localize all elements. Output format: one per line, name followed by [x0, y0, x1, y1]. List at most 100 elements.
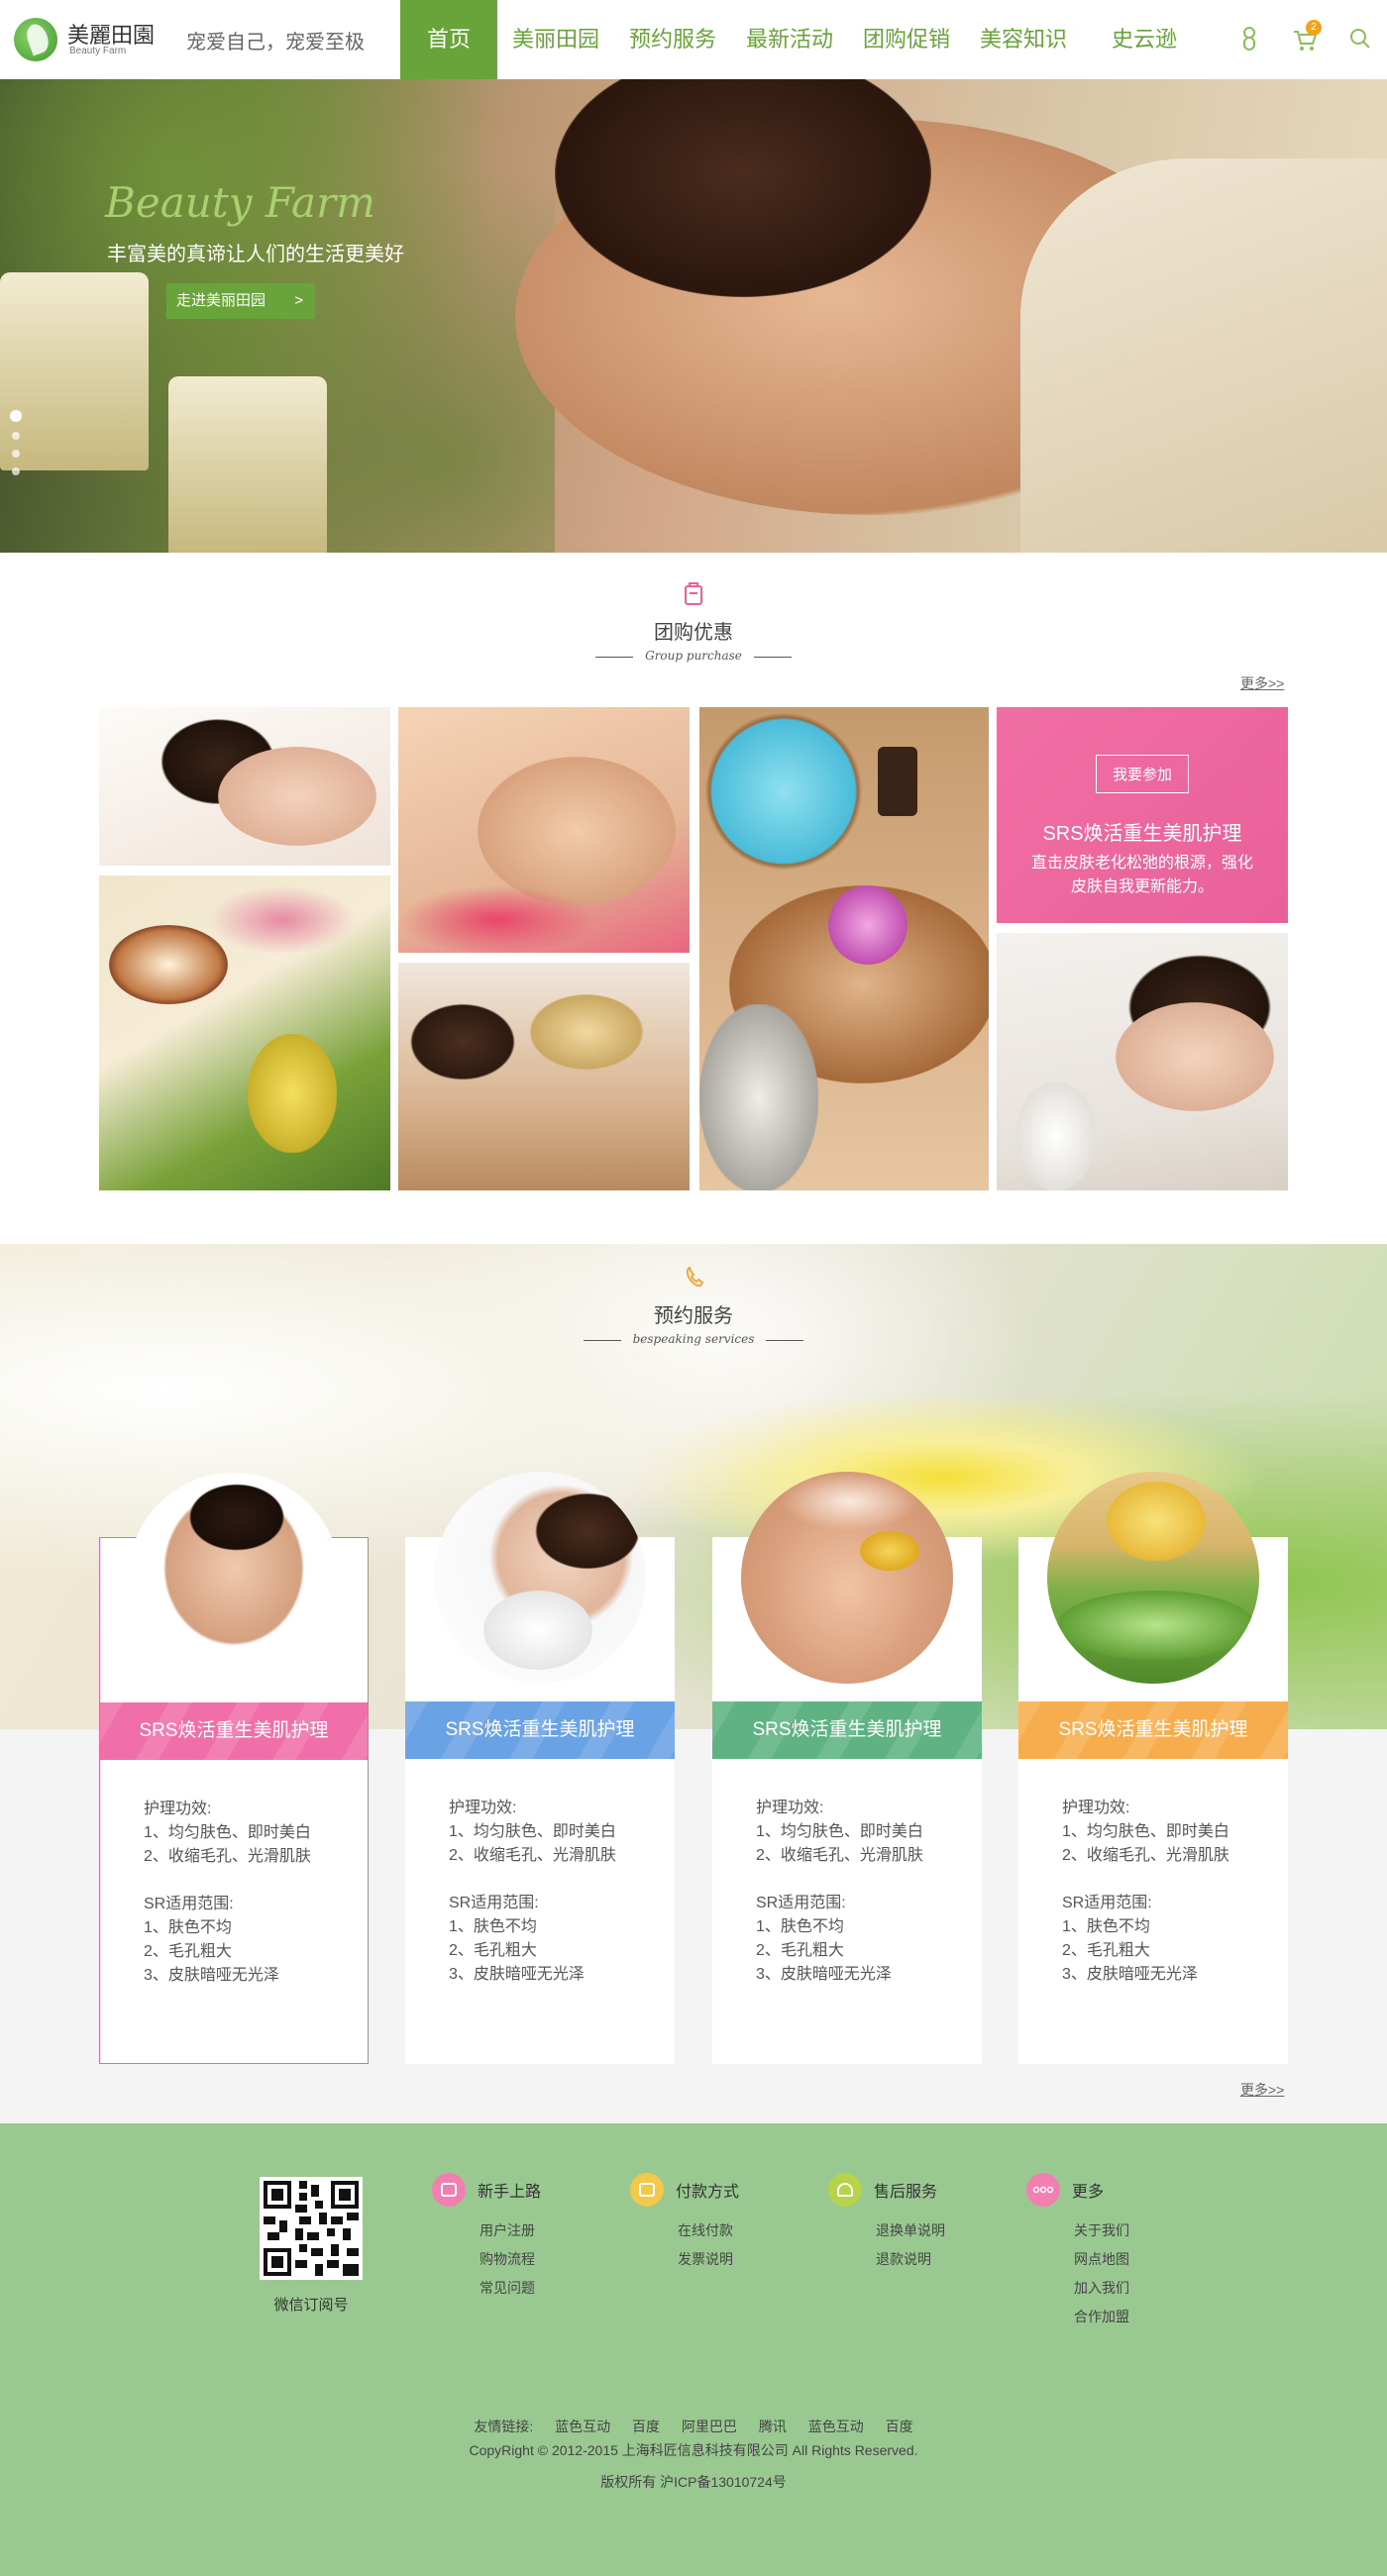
- search-icon[interactable]: [1347, 24, 1373, 53]
- nav-booking[interactable]: 预约服务: [614, 0, 731, 79]
- friend-links-label: 友情链接:: [474, 2419, 534, 2434]
- nav-shiyunxun[interactable]: 史云逊: [1082, 0, 1207, 79]
- service-card[interactable]: SRS焕活重生美肌护理 护理功效: 1、均匀肤色、即时美白 2、收缩毛孔、光滑肌…: [405, 1472, 675, 2064]
- promo-card[interactable]: 我要参加 SRS焕活重生美肌护理 直击皮肤老化松弛的根源，强化 皮肤自我更新能力…: [997, 707, 1288, 923]
- promo-title: SRS焕活重生美肌护理: [1042, 823, 1242, 845]
- group-section-header: 团购优惠 Group purchase: [0, 580, 1387, 665]
- footer-column-newbie: 新手上路 用户注册 购物流程 常见问题: [432, 2173, 541, 2303]
- hero-subtitle: 丰富美的真谛让人们的生活更美好: [107, 244, 404, 265]
- nav-group-promo[interactable]: 团购促销: [848, 0, 965, 79]
- nav-activities[interactable]: 最新活动: [731, 0, 848, 79]
- service-image-woman-face: [128, 1473, 340, 1685]
- booking-more-link[interactable]: 更多>>: [1240, 2080, 1284, 2100]
- service-card[interactable]: SRS焕活重生美肌护理 护理功效: 1、均匀肤色、即时美白 2、收缩毛孔、光滑肌…: [1018, 1472, 1288, 2064]
- footer-link[interactable]: 常见问题: [480, 2274, 541, 2303]
- service-title: SRS焕活重生美肌护理: [712, 1701, 982, 1759]
- effect-item: 2、收缩毛孔、光滑肌肤: [756, 1847, 923, 1864]
- footer-link[interactable]: 购物流程: [480, 2245, 541, 2274]
- service-image-aloe: [1047, 1472, 1259, 1684]
- nav-beauty-farm[interactable]: 美丽田园: [497, 0, 614, 79]
- scope-item: 1、肤色不均: [449, 1918, 537, 1935]
- scope-item: 3、皮肤暗哑无光泽: [449, 1966, 585, 1983]
- footer-column-aftersales: 售后服务 退换单说明 退款说明: [828, 2173, 945, 2274]
- friend-links: 友情链接: 蓝色互动 百度 阿里巴巴 腾讯 蓝色互动 百度: [0, 2417, 1387, 2436]
- leaf-logo-icon: [14, 18, 57, 61]
- footer-column-title: 新手上路: [478, 2184, 542, 2201]
- friend-link[interactable]: 百度: [886, 2419, 913, 2434]
- slider-dot[interactable]: [12, 432, 20, 440]
- wallet-icon: [630, 2173, 664, 2207]
- phone-icon: [684, 1264, 704, 1289]
- footer-link[interactable]: 网点地图: [1074, 2245, 1129, 2274]
- friend-link[interactable]: 蓝色互动: [808, 2419, 864, 2434]
- scope-item: 2、毛孔粗大: [1062, 1942, 1150, 1959]
- scope-item: 1、肤色不均: [144, 1919, 232, 1936]
- effect-heading: 护理功效:: [449, 1800, 517, 1816]
- group-more-link[interactable]: 更多>>: [1240, 673, 1284, 693]
- scope-item: 2、毛孔粗大: [756, 1942, 844, 1959]
- footer-link[interactable]: 退款说明: [876, 2245, 945, 2274]
- candle-image: [0, 272, 149, 470]
- shopping-bag-icon: [684, 580, 703, 606]
- logo-subtext: Beauty Farm: [69, 46, 127, 56]
- slider-dot[interactable]: [10, 410, 22, 422]
- effect-item: 2、收缩毛孔、光滑肌肤: [449, 1847, 616, 1864]
- footer-link[interactable]: 在线付款: [678, 2216, 739, 2245]
- promo-description: 直击皮肤老化松弛的根源，强化 皮肤自我更新能力。: [997, 852, 1288, 899]
- service-title: SRS焕活重生美肌护理: [1018, 1701, 1288, 1759]
- gallery-image-facial-massage[interactable]: [398, 707, 690, 953]
- qr-label: 微信订阅号: [273, 2297, 349, 2314]
- slider-dot[interactable]: [12, 467, 20, 475]
- qr-code-image[interactable]: [260, 2177, 363, 2280]
- nav-home[interactable]: 首页: [400, 0, 497, 79]
- slider-dot[interactable]: [12, 450, 20, 458]
- candle-image: [168, 376, 327, 553]
- scope-item: 1、肤色不均: [756, 1918, 844, 1935]
- friend-link[interactable]: 阿里巴巴: [682, 2419, 737, 2434]
- service-card[interactable]: SRS焕活重生美肌护理 护理功效: 1、均匀肤色、即时美白 2、收缩毛孔、光滑肌…: [99, 1473, 369, 2064]
- section-title: 预约服务: [654, 1305, 733, 1327]
- promo-desc-line: 直击皮肤老化松弛的根源，强化: [1030, 855, 1253, 872]
- gallery-image-woman-lying[interactable]: [99, 707, 390, 866]
- footer-link[interactable]: 用户注册: [480, 2216, 541, 2245]
- scope-heading: SR适用范围:: [144, 1896, 234, 1912]
- effect-item: 1、均匀肤色、即时美白: [756, 1823, 923, 1840]
- gallery-image-bath-salts[interactable]: [699, 707, 989, 1190]
- scope-item: 3、皮肤暗哑无光泽: [144, 1967, 279, 1984]
- footer-column-title: 售后服务: [874, 2184, 938, 2201]
- logo[interactable]: 美麗田園 Beauty Farm: [14, 14, 162, 63]
- footer-column-more: 更多 关于我们 网点地图 加入我们 合作加盟: [1026, 2173, 1129, 2331]
- scope-item: 2、毛孔粗大: [144, 1943, 232, 1960]
- friend-link[interactable]: 蓝色互动: [555, 2419, 610, 2434]
- gallery-image-two-women-massage[interactable]: [398, 963, 690, 1190]
- headset-icon: [828, 2173, 862, 2207]
- scope-item: 3、皮肤暗哑无光泽: [756, 1966, 892, 1983]
- footer-link[interactable]: 发票说明: [678, 2245, 739, 2274]
- service-image-towel-woman: [434, 1472, 646, 1684]
- footer-link[interactable]: 退换单说明: [876, 2216, 945, 2245]
- footer-column-title: 付款方式: [676, 2184, 740, 2201]
- cart-icon[interactable]: 2: [1292, 20, 1322, 53]
- scope-item: 1、肤色不均: [1062, 1918, 1150, 1935]
- section-title: 团购优惠: [654, 622, 733, 644]
- footer-link[interactable]: 加入我们: [1074, 2274, 1129, 2303]
- scope-item: 2、毛孔粗大: [449, 1942, 537, 1959]
- join-button[interactable]: 我要参加: [1095, 755, 1189, 793]
- gallery-image-spa-oils[interactable]: [99, 876, 390, 1190]
- footer-link[interactable]: 关于我们: [1074, 2216, 1129, 2245]
- friend-link[interactable]: 百度: [632, 2419, 660, 2434]
- effect-item: 2、收缩毛孔、光滑肌肤: [144, 1848, 311, 1865]
- service-image-eye-mask: [741, 1472, 953, 1684]
- nav-beauty-knowledge[interactable]: 美容知识: [965, 0, 1082, 79]
- icp-record: 版权所有 沪ICP备13010724号: [600, 2474, 787, 2490]
- friend-link[interactable]: 腾讯: [759, 2419, 787, 2434]
- slider-dots: [10, 410, 22, 485]
- section-subtitle: Group purchase: [595, 649, 792, 663]
- scope-item: 3、皮肤暗哑无光泽: [1062, 1966, 1198, 1983]
- user-icon[interactable]: [1236, 24, 1262, 53]
- promo-desc-line: 皮肤自我更新能力。: [1070, 878, 1214, 895]
- gallery-image-relaxing-woman[interactable]: [997, 933, 1288, 1190]
- enter-beauty-farm-button[interactable]: 走进美丽田园 >: [166, 283, 315, 319]
- footer-link[interactable]: 合作加盟: [1074, 2303, 1129, 2331]
- service-card[interactable]: SRS焕活重生美肌护理 护理功效: 1、均匀肤色、即时美白 2、收缩毛孔、光滑肌…: [712, 1472, 982, 2064]
